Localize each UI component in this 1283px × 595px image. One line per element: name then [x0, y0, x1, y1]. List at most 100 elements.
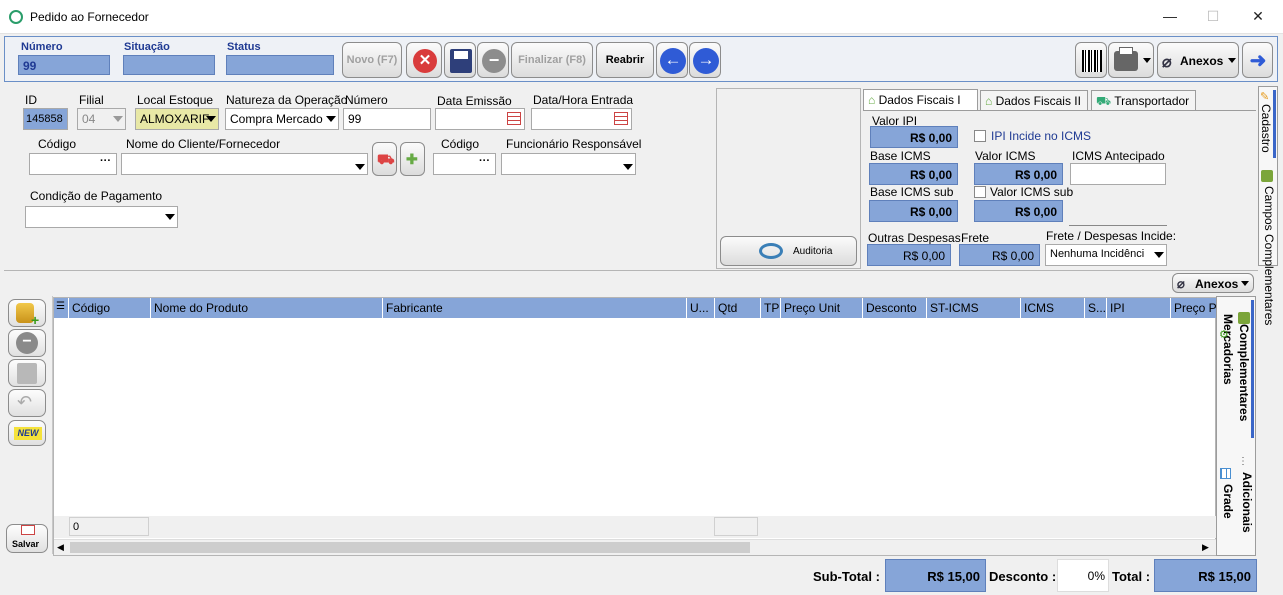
grid-column-header[interactable]: TP — [761, 298, 781, 318]
undo-button[interactable]: ↶ — [8, 389, 46, 417]
scroll-right-icon[interactable]: ▶ — [1202, 542, 1209, 553]
chevron-down-icon — [1154, 252, 1164, 258]
barcode-icon — [1082, 50, 1102, 72]
data-emissao-label: Data Emissão — [437, 94, 512, 108]
id-field: 145858 — [23, 108, 68, 130]
frete-field: R$ 0,00 — [959, 244, 1040, 266]
desconto-input[interactable]: 0% — [1057, 559, 1109, 592]
app-icon — [9, 10, 23, 24]
tab-dados-fiscais-1[interactable]: ⌂ Dados Fiscais I — [863, 89, 978, 111]
anexos-grid-label: Anexos — [1195, 277, 1239, 291]
ipi-incide-checkbox[interactable] — [974, 130, 986, 142]
situacao-field[interactable] — [123, 55, 215, 75]
chevron-down-icon — [206, 116, 216, 122]
valor-icms-sub-checkbox[interactable] — [974, 186, 986, 198]
filial-select[interactable]: 04 — [77, 108, 126, 130]
arrow-right-icon: → — [693, 48, 719, 74]
grid-column-header[interactable]: U... — [687, 298, 715, 318]
save-toolbar-button[interactable] — [444, 42, 476, 78]
save-item-button[interactable] — [8, 359, 46, 387]
finalizar-button[interactable]: Finalizar (F8) — [511, 42, 593, 78]
cart-button[interactable]: ⛟ — [372, 142, 397, 176]
desconto-label: Desconto : — [989, 569, 1057, 584]
codigo2-label: Código — [441, 137, 480, 151]
salvar-button[interactable]: Salvar — [6, 524, 48, 553]
new-item-button[interactable]: NEW — [8, 420, 46, 446]
novo-button[interactable]: Novo (F7) — [342, 42, 402, 78]
auditoria-label: Auditoria — [793, 246, 833, 257]
tab-dados-fiscais-2[interactable]: ⌂ Dados Fiscais II — [980, 90, 1088, 111]
horizontal-scrollbar[interactable]: ◀ ▶ — [54, 539, 1216, 555]
reabrir-button[interactable]: Reabrir — [596, 42, 654, 78]
maximize-button[interactable]: ☐ — [1203, 8, 1223, 26]
grid-column-header[interactable]: ICMS — [1021, 298, 1085, 318]
minimize-button[interactable]: — — [1160, 8, 1180, 26]
grid-column-header[interactable]: Qtd — [715, 298, 761, 318]
grid-column-header[interactable]: Preço Unit — [781, 298, 863, 318]
tab-transportador[interactable]: ⛟ Transportador — [1091, 90, 1196, 111]
tab-campos-complementares[interactable]: Campos Complementares — [1260, 168, 1276, 328]
previous-button[interactable]: ← — [656, 42, 688, 78]
base-icms-sub-field: R$ 0,00 — [869, 200, 958, 222]
floppy-icon — [17, 363, 37, 384]
frete-label: Frete — [961, 231, 990, 245]
condicao-select[interactable] — [25, 206, 178, 228]
grid-column-header[interactable]: Código — [69, 298, 151, 318]
local-estoque-label: Local Estoque — [137, 93, 214, 107]
scroll-thumb[interactable] — [70, 542, 750, 553]
cancel-icon: ✕ — [413, 49, 437, 73]
local-estoque-select[interactable]: ALMOXARIF — [135, 108, 219, 130]
grid-column-header[interactable]: Preço Pa — [1171, 298, 1216, 318]
grid-column-header[interactable]: Fabricante — [383, 298, 687, 318]
add-supplier-button[interactable]: ✚ — [400, 142, 425, 176]
calendar-icon[interactable] — [507, 112, 521, 125]
grid-column-header[interactable]: Nome do Produto — [151, 298, 383, 318]
tab-label: Dados Fiscais II — [995, 94, 1081, 108]
scroll-left-icon[interactable]: ◀ — [57, 542, 64, 553]
add-item-button[interactable]: + — [8, 299, 46, 328]
grid-column-header[interactable]: ST-ICMS — [927, 298, 1021, 318]
chevron-down-icon — [355, 164, 365, 170]
plus-icon: + — [31, 312, 40, 328]
cliente-select[interactable] — [121, 153, 368, 175]
grid-menu-icon[interactable]: ☰ — [54, 298, 69, 318]
numero-field[interactable]: 99 — [18, 55, 110, 75]
paperclip-icon: ⌀ — [1162, 54, 1172, 71]
ellipsis-icon[interactable]: ··· — [100, 155, 111, 167]
grid-column-header[interactable]: S... — [1085, 298, 1107, 318]
close-button[interactable]: ✕ — [1248, 8, 1268, 26]
tab-adicionais[interactable]: Adicionais — [1236, 456, 1254, 540]
icms-antecipado-label: ICMS Antecipado — [1072, 149, 1165, 163]
valor-icms-sub-label: Valor ICMS sub — [990, 185, 1074, 199]
print-button[interactable] — [1108, 42, 1154, 78]
calendar-icon[interactable] — [614, 112, 628, 125]
natureza-select[interactable]: Compra Mercado — [225, 108, 339, 130]
paperclip-icon: ⌀ — [1177, 276, 1185, 291]
funcionario-select[interactable] — [501, 153, 636, 175]
remove-item-button[interactable]: − — [8, 329, 46, 357]
tab-cadastro-label: Cadastro — [1259, 104, 1273, 153]
subtotal-label: Sub-Total : — [813, 569, 880, 584]
auditoria-button[interactable]: Auditoria — [720, 236, 857, 266]
remove-button[interactable]: − — [477, 42, 509, 78]
barcode-button[interactable] — [1075, 42, 1107, 78]
divider — [1069, 225, 1167, 226]
numero-form-label: Número — [345, 93, 388, 107]
tab-mercadorias[interactable]: Mercadorias — [1217, 300, 1235, 460]
anexos-toolbar-button[interactable]: ⌀ Anexos — [1157, 42, 1239, 78]
cancel-button[interactable]: ✕ — [406, 42, 442, 78]
grid-column-header[interactable]: IPI — [1107, 298, 1171, 318]
codigo-label: Código — [38, 137, 77, 151]
icms-antecipado-input[interactable] — [1070, 163, 1166, 185]
numero-input[interactable]: 99 — [343, 108, 431, 130]
grid-column-header[interactable]: Desconto — [863, 298, 927, 318]
status-field[interactable] — [226, 55, 334, 75]
natureza-value: Compra Mercado — [230, 112, 323, 126]
ellipsis-icon[interactable]: ··· — [479, 155, 490, 167]
title-bar: Pedido ao Fornecedor — ☐ ✕ — [0, 0, 1283, 34]
next-button[interactable]: → — [689, 42, 721, 78]
forward-button[interactable]: ➜ — [1242, 42, 1273, 78]
tab-adicionais-label: Adicionais — [1240, 472, 1254, 533]
anexos-grid-button[interactable]: ⌀ Anexos — [1172, 273, 1254, 293]
frete-incide-select[interactable]: Nenhuma Incidênci — [1045, 244, 1167, 266]
